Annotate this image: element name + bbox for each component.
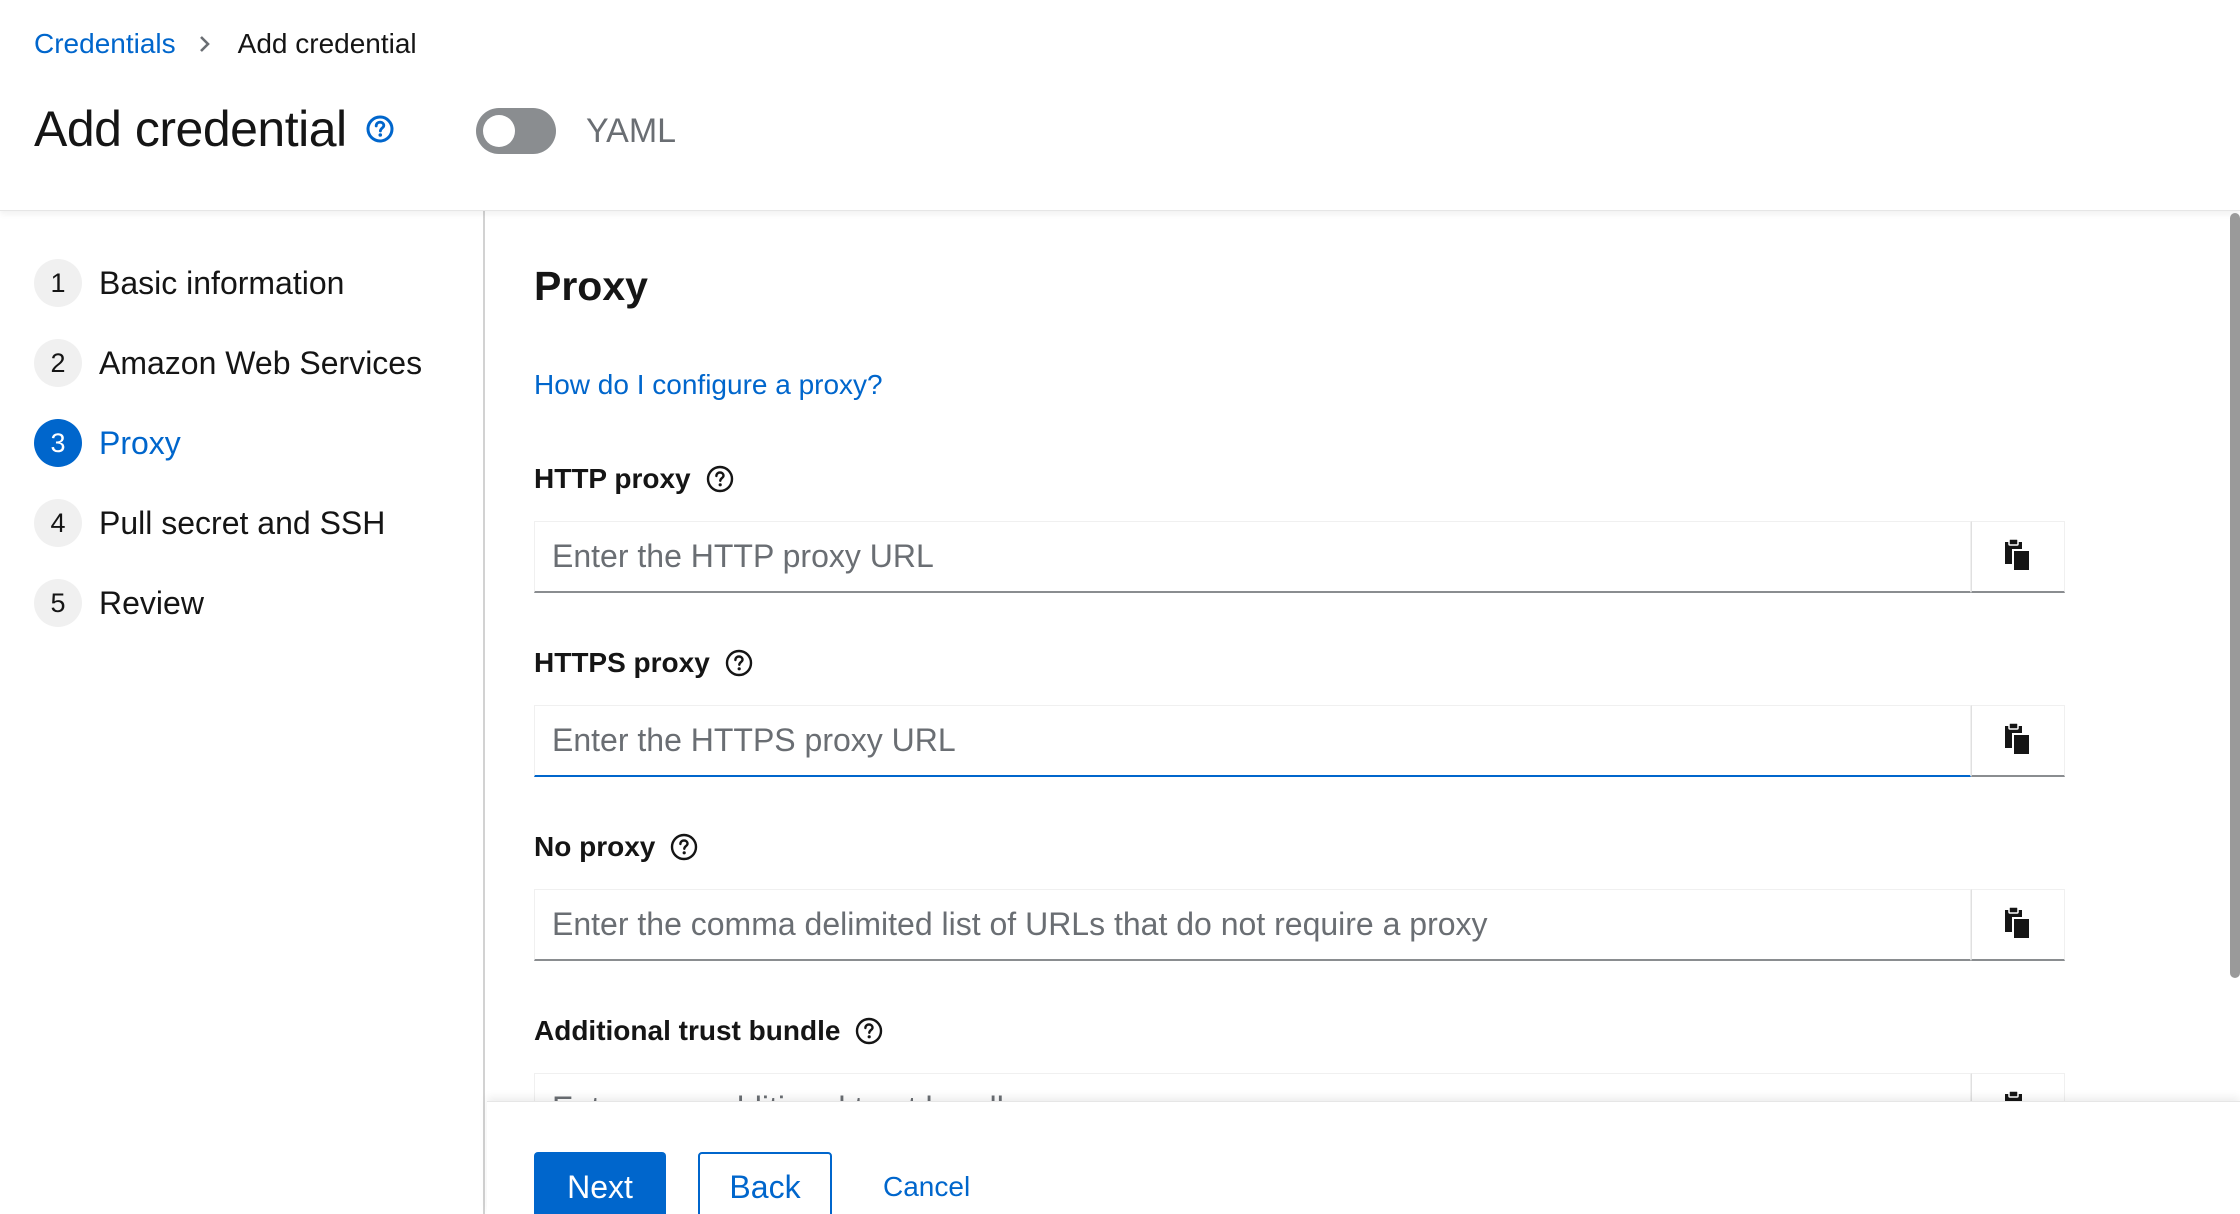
https-proxy-label: HTTPS proxy xyxy=(534,647,754,679)
help-icon[interactable] xyxy=(365,114,395,144)
step-number: 2 xyxy=(34,339,82,387)
no-proxy-input-group xyxy=(534,889,2065,961)
step-label: Basic information xyxy=(99,264,345,301)
trust-bundle-label: Additional trust bundle xyxy=(534,1015,884,1047)
https-proxy-input[interactable] xyxy=(534,705,1971,777)
step-number: 3 xyxy=(34,419,82,467)
step-label: Pull secret and SSH xyxy=(99,504,386,541)
step-number: 5 xyxy=(34,579,82,627)
wizard-nav: 1 Basic information 2 Amazon Web Service… xyxy=(0,211,485,1214)
configure-proxy-link[interactable]: How do I configure a proxy? xyxy=(534,369,883,401)
title-row: Add credential xyxy=(34,100,395,158)
page: Credentials Add credential Add credentia… xyxy=(0,0,2240,1214)
step-number: 1 xyxy=(34,259,82,307)
breadcrumb-current: Add credential xyxy=(237,28,417,59)
wizard-step-review[interactable]: 5 Review xyxy=(34,579,204,627)
breadcrumb-link-credentials[interactable]: Credentials xyxy=(34,28,176,60)
http-proxy-label-text: HTTP proxy xyxy=(534,463,691,494)
wizard-footer: Next Back Cancel xyxy=(487,1101,2240,1214)
wizard-step-pull-secret-and-ssh[interactable]: 4 Pull secret and SSH xyxy=(34,499,385,547)
no-proxy-label: No proxy xyxy=(534,831,699,863)
section-title: Proxy xyxy=(534,263,648,309)
wizard-main: Proxy How do I configure a proxy? HTTP p… xyxy=(487,211,2240,1101)
scrollbar[interactable] xyxy=(2230,213,2240,978)
yaml-toggle[interactable]: YAML xyxy=(476,108,676,154)
paste-icon xyxy=(2003,722,2033,759)
wizard-step-amazon-web-services[interactable]: 2 Amazon Web Services xyxy=(34,339,422,387)
step-number: 4 xyxy=(34,499,82,547)
page-header: Credentials Add credential Add credentia… xyxy=(0,0,2240,211)
next-button[interactable]: Next xyxy=(534,1152,666,1214)
paste-icon xyxy=(2003,538,2033,575)
paste-button[interactable] xyxy=(1971,1073,2065,1101)
breadcrumb: Credentials Add credential xyxy=(34,28,417,60)
help-icon[interactable] xyxy=(705,464,735,494)
paste-icon xyxy=(2003,906,2033,943)
no-proxy-input[interactable] xyxy=(534,889,1971,961)
http-proxy-input[interactable] xyxy=(534,521,1971,593)
http-proxy-input-group xyxy=(534,521,2065,593)
page-title: Add credential xyxy=(34,101,347,157)
paste-button[interactable] xyxy=(1971,705,2065,777)
paste-button[interactable] xyxy=(1971,521,2065,593)
trust-bundle-label-text: Additional trust bundle xyxy=(534,1015,841,1046)
help-icon[interactable] xyxy=(669,832,699,862)
step-label: Review xyxy=(99,584,204,621)
paste-icon xyxy=(2003,1090,2033,1101)
yaml-switch[interactable] xyxy=(476,108,556,154)
no-proxy-label-text: No proxy xyxy=(534,831,656,862)
wizard-step-proxy[interactable]: 3 Proxy xyxy=(34,419,181,467)
trust-bundle-input[interactable] xyxy=(534,1073,1971,1101)
back-button[interactable]: Back xyxy=(698,1152,832,1214)
step-label: Amazon Web Services xyxy=(99,344,423,381)
switch-knob xyxy=(483,115,515,147)
help-icon[interactable] xyxy=(854,1016,884,1046)
paste-button[interactable] xyxy=(1971,889,2065,961)
wizard-step-basic-information[interactable]: 1 Basic information xyxy=(34,259,344,307)
https-proxy-input-group xyxy=(534,705,2065,777)
yaml-toggle-label: YAML xyxy=(586,111,677,150)
http-proxy-label: HTTP proxy xyxy=(534,463,735,495)
trust-bundle-input-group xyxy=(534,1073,2065,1101)
help-icon[interactable] xyxy=(724,648,754,678)
step-label: Proxy xyxy=(99,424,181,461)
cancel-button[interactable]: Cancel xyxy=(871,1152,982,1214)
chevron-right-icon xyxy=(198,34,212,54)
https-proxy-label-text: HTTPS proxy xyxy=(534,647,710,678)
